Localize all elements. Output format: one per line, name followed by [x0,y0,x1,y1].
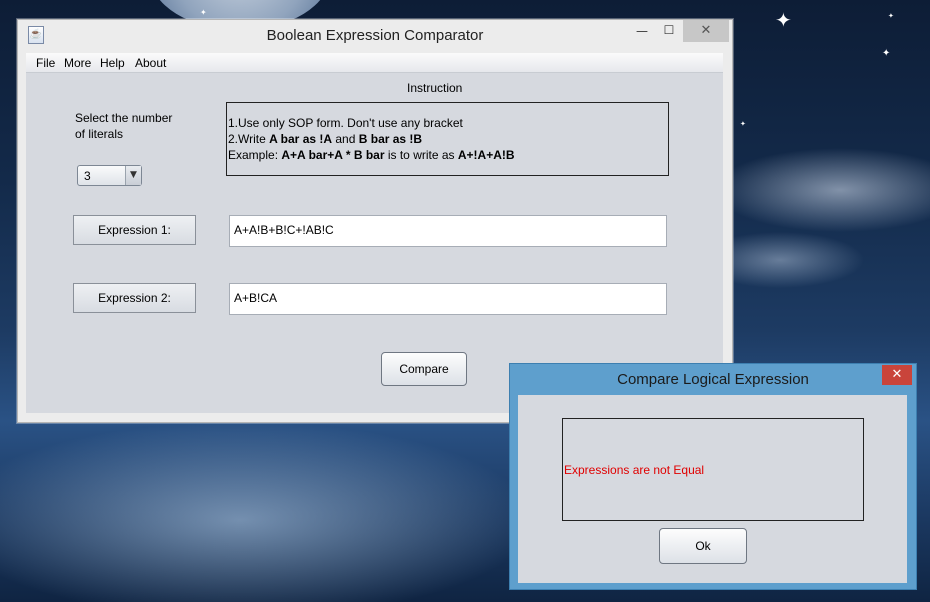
dialog-close-button[interactable]: ✕ [882,365,912,385]
expression-1-input[interactable] [230,216,659,244]
message-box: Expressions are not Equal [562,418,864,521]
menu-about[interactable]: About [135,56,166,70]
result-message: Expressions are not Equal [564,463,705,477]
title-bar[interactable]: ☕ Boolean Expression Comparator — ☐ ✕ [18,20,732,50]
literals-dropdown[interactable]: 3 ▼ [77,165,142,186]
window-title: Boolean Expression Comparator [266,27,484,44]
expression-2-field[interactable] [229,283,667,315]
star-icon: ✦ [888,12,894,20]
literals-dropdown-value: 3 [84,169,91,183]
ok-button[interactable]: Ok [659,528,747,564]
minimize-button[interactable]: — [629,20,655,42]
expression-1-label-button[interactable]: Expression 1: [73,215,196,245]
main-panel: Instruction Select the number of literal… [26,73,723,413]
expression-2-input[interactable] [230,284,659,312]
star-icon: ✦ [882,48,891,59]
instruction-line-2: 2.Write A bar as !A and B bar as !B [228,132,423,146]
instruction-heading: Instruction [407,81,463,95]
star-icon: ✦ [200,8,207,17]
expression-1-field[interactable] [229,215,667,247]
compare-button[interactable]: Compare [381,352,467,386]
dialog-title: Compare Logical Expression [617,371,809,388]
dialog-body: Expressions are not Equal Ok [518,395,907,583]
menu-help[interactable]: Help [100,56,125,70]
instruction-line-1: 1.Use only SOP form. Don't use any brack… [228,116,463,130]
star-icon: ✦ [740,120,746,128]
menu-file[interactable]: File [36,56,55,70]
menu-more[interactable]: More [64,56,91,70]
menu-bar: File More Help About [26,53,723,73]
star-icon: ✦ [775,8,792,32]
instruction-box: 1.Use only SOP form. Don't use any brack… [226,102,669,176]
close-button[interactable]: ✕ [683,20,729,42]
chevron-down-icon[interactable]: ▼ [125,166,141,185]
literals-label-line2: of literals [75,127,124,141]
maximize-button[interactable]: ☐ [656,20,682,42]
literals-label-line1: Select the number [75,111,173,125]
compare-dialog: Compare Logical Expression ✕ Expressions… [509,363,917,590]
expression-2-label-button[interactable]: Expression 2: [73,283,196,313]
instruction-line-3: Example: A+A bar+A * B bar is to write a… [228,148,515,162]
